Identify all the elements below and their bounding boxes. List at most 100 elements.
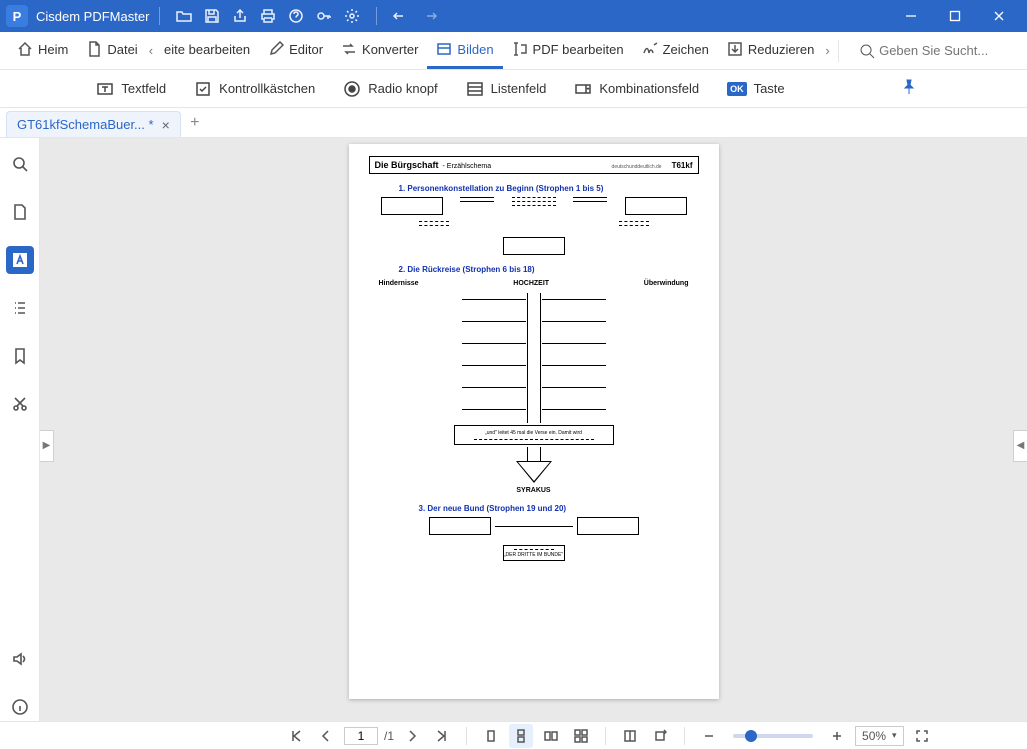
page-prev-icon[interactable] [314,724,338,748]
tool-listbox[interactable]: Listenfeld [466,80,547,98]
nav-editor[interactable]: Editor [259,32,332,69]
side-text-icon[interactable] [6,246,34,274]
tab-label: GT61kfSchemaBuer... * [17,117,154,132]
document-tab[interactable]: GT61kfSchemaBuer... * × [6,111,181,137]
nav-edit-page[interactable]: eite bearbeiten [155,32,259,69]
search-box[interactable] [859,39,1019,62]
zoom-in-icon[interactable] [825,724,849,748]
page-first-icon[interactable] [284,724,308,748]
side-info-icon[interactable] [6,693,34,721]
ok-icon: OK [727,82,747,96]
nav-file-label: Datei [107,42,137,57]
side-page-icon[interactable] [6,198,34,226]
undo-icon[interactable] [387,2,415,30]
tool-combobox[interactable]: Kombinationsfeld [574,80,699,98]
help-icon[interactable] [282,2,310,30]
side-bookmark-icon[interactable] [6,342,34,370]
doc-note: „und" leitet 45 mal die Verse ein. Damit… [485,430,582,436]
minimize-button[interactable] [889,0,933,32]
app-title: Cisdem PDFMaster [36,9,149,24]
doc-source: deutschunddeutlich.de [612,164,662,170]
rotate-icon[interactable] [648,724,672,748]
nav-form[interactable]: Bilden [427,32,502,69]
zoom-out-icon[interactable] [697,724,721,748]
nav-edit-pdf[interactable]: PDF bearbeiten [503,32,633,69]
view-two-cont-icon[interactable] [569,724,593,748]
zoom-slider[interactable] [733,734,813,738]
nav-reduce-label: Reduzieren [748,42,815,57]
nav-converter-label: Konverter [362,42,418,57]
print-icon[interactable] [254,2,282,30]
nav-edit-pdf-label: PDF bearbeiten [533,42,624,57]
maximize-button[interactable] [933,0,977,32]
share-icon[interactable] [226,2,254,30]
doc-section2: 2. Die Rückreise (Strophen 6 bis 18) [399,265,699,274]
close-button[interactable] [977,0,1021,32]
pin-icon[interactable] [901,79,917,98]
tool-listbox-label: Listenfeld [491,81,547,96]
new-tab-button[interactable]: + [181,108,209,137]
nav-file[interactable]: Datei [77,32,146,69]
tool-radio[interactable]: Radio knopf [343,80,437,98]
key-icon[interactable] [310,2,338,30]
search-icon [859,43,875,59]
tool-textfield-label: Textfeld [121,81,166,96]
status-bar: /1 50% ▾ [0,721,1027,749]
read-mode-icon[interactable] [618,724,642,748]
app-logo: P [6,5,28,27]
tool-textfield[interactable]: Textfeld [96,80,166,98]
doc-section3: 3. Der neue Bund (Strophen 19 und 20) [419,504,699,513]
nav-sign-label: Zeichen [663,42,709,57]
fullscreen-icon[interactable] [910,724,934,748]
workspace: ▶ ◀ Die Bürgschaft - Erzählschema deutsc… [0,138,1027,721]
settings-icon[interactable] [338,2,366,30]
doc-section1: 1. Personenkonstellation zu Beginn (Stro… [399,184,699,193]
nav-sign[interactable]: Zeichen [633,32,718,69]
tool-button-label: Taste [754,81,785,96]
doc-subtitle: - Erzählschema [443,163,492,170]
view-two-icon[interactable] [539,724,563,748]
page-input[interactable] [344,727,378,745]
redo-icon[interactable] [415,2,443,30]
form-toolbar: Textfeld Kontrollkästchen Radio knopf Li… [0,70,1027,108]
tool-combobox-label: Kombinationsfeld [599,81,699,96]
doc-col-left: Hindernisse [379,280,419,287]
side-sound-icon[interactable] [6,645,34,673]
page-last-icon[interactable] [430,724,454,748]
pdf-page: Die Bürgschaft - Erzählschema deutschund… [349,144,719,699]
tool-checkbox[interactable]: Kontrollkästchen [194,80,315,98]
canvas[interactable]: ▶ ◀ Die Bürgschaft - Erzählschema deutsc… [40,138,1027,721]
doc-col-right: Überwindung [644,280,689,287]
nav-reduce[interactable]: Reduzieren [718,32,824,69]
nav-form-label: Bilden [457,42,493,57]
doc-code: T61kf [672,161,693,170]
chevron-down-icon: ▾ [892,730,897,741]
tool-radio-label: Radio knopf [368,81,437,96]
nav-editor-label: Editor [289,42,323,57]
zoom-value: 50% [862,729,886,743]
open-icon[interactable] [170,2,198,30]
zoom-select[interactable]: 50% ▾ [855,726,904,746]
left-panel-toggle[interactable]: ▶ [40,430,54,462]
side-outline-icon[interactable] [6,294,34,322]
view-single-icon[interactable] [479,724,503,748]
page-total: /1 [384,729,394,743]
tab-close-icon[interactable]: × [162,118,170,132]
chevron-left-icon[interactable]: ‹ [147,43,155,58]
doc-syrakus: SYRAKUS [369,487,699,494]
side-cut-icon[interactable] [6,390,34,418]
zoom-slider-knob[interactable] [745,730,757,742]
nav-converter[interactable]: Konverter [332,32,427,69]
chevron-right-icon[interactable]: › [823,43,831,58]
tab-strip: GT61kfSchemaBuer... * × + [0,108,1027,138]
save-icon[interactable] [198,2,226,30]
nav-home[interactable]: Heim [8,32,77,69]
page-next-icon[interactable] [400,724,424,748]
view-continuous-icon[interactable] [509,724,533,748]
side-search-icon[interactable] [6,150,34,178]
nav-edit-page-label: eite bearbeiten [164,42,250,57]
search-input[interactable] [875,39,1019,62]
tool-button[interactable]: OK Taste [727,81,785,96]
right-panel-toggle[interactable]: ◀ [1013,430,1027,462]
nav-home-label: Heim [38,42,68,57]
